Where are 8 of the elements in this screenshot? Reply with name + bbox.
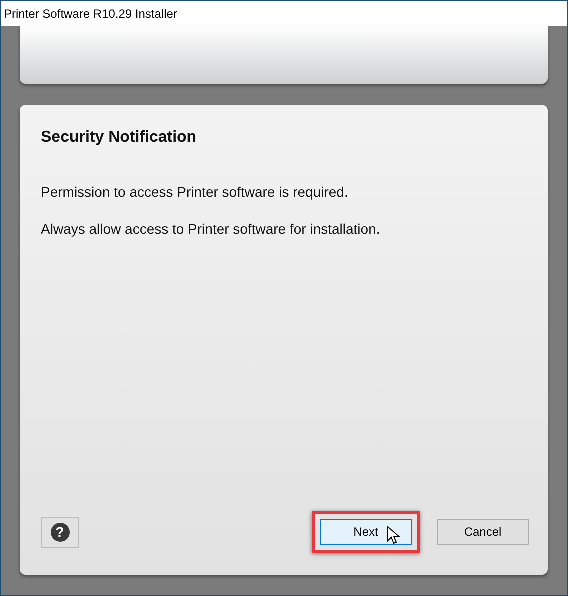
next-button[interactable]: Next [320, 519, 412, 545]
notification-text: Permission to access Printer software is required. [41, 183, 350, 202]
cancel-button[interactable]: Cancel [437, 519, 529, 545]
notification-text: Always allow access to Printer software for installation. [41, 220, 382, 239]
window-title: Printer Software R10.29 Installer [4, 6, 178, 22]
cursor-icon [387, 526, 400, 545]
notification-heading: Security Notification [41, 128, 198, 148]
help-button[interactable]: ? [41, 516, 79, 548]
